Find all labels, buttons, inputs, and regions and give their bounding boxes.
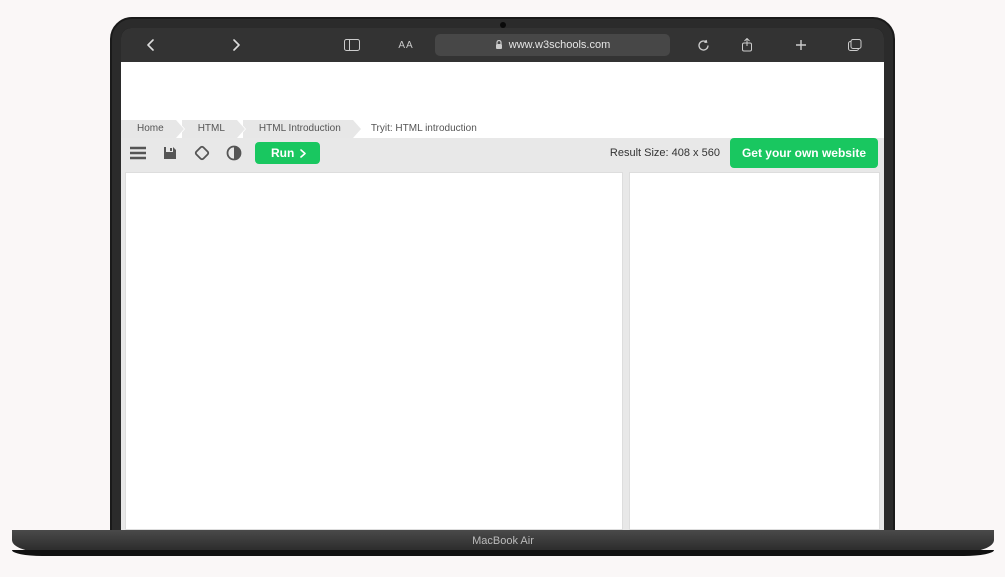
laptop-screen: AA www.w3schools.com <box>121 28 884 530</box>
lock-icon <box>495 40 503 50</box>
url-host: www.w3schools.com <box>509 39 610 51</box>
laptop-frame: AA www.w3schools.com <box>110 17 895 532</box>
breadcrumb: Home HTML HTML Introduction Tryit: HTML … <box>121 120 884 138</box>
breadcrumb-label: HTML <box>198 123 225 134</box>
code-editor-pane[interactable] <box>125 172 623 530</box>
theme-icon[interactable] <box>223 142 245 164</box>
get-website-label: Get your own website <box>742 146 866 160</box>
laptop-base-edge <box>12 550 994 556</box>
breadcrumb-html[interactable]: HTML <box>182 120 237 138</box>
reader-mode-button[interactable]: AA <box>391 34 421 56</box>
safari-toolbar: AA www.w3schools.com <box>121 28 884 62</box>
breadcrumb-html-intro[interactable]: HTML Introduction <box>243 120 353 138</box>
share-icon[interactable] <box>732 34 762 56</box>
get-website-button[interactable]: Get your own website <box>730 138 878 168</box>
breadcrumb-label: HTML Introduction <box>259 123 341 134</box>
editor-panes <box>121 168 884 530</box>
editor-toolbar: Run Result Size: 408 x 560 Get your own … <box>121 138 884 168</box>
new-tab-icon[interactable] <box>786 34 816 56</box>
laptop-model-label: MacBook Air <box>472 535 534 547</box>
run-label: Run <box>271 146 294 160</box>
run-button[interactable]: Run <box>255 142 320 164</box>
breadcrumb-home[interactable]: Home <box>121 120 176 138</box>
reload-button[interactable] <box>688 34 718 56</box>
chevron-right-icon <box>300 149 306 158</box>
forward-button[interactable] <box>221 34 251 56</box>
url-bar[interactable]: www.w3schools.com <box>435 34 670 56</box>
result-size-label: Result Size: 408 x 560 <box>610 147 720 159</box>
laptop-base: MacBook Air <box>12 530 994 552</box>
breadcrumb-label: Home <box>137 123 164 134</box>
result-preview-pane <box>629 172 880 530</box>
orientation-icon[interactable] <box>191 142 213 164</box>
menu-icon[interactable] <box>127 142 149 164</box>
page-content: Home HTML HTML Introduction Tryit: HTML … <box>121 62 884 530</box>
back-button[interactable] <box>135 34 165 56</box>
tabs-overview-icon[interactable] <box>840 34 870 56</box>
breadcrumb-current: Tryit: HTML introduction <box>359 120 489 138</box>
sidebar-icon[interactable] <box>337 34 367 56</box>
camera-notch <box>500 22 506 28</box>
save-icon[interactable] <box>159 142 181 164</box>
header-whitespace <box>121 62 884 120</box>
